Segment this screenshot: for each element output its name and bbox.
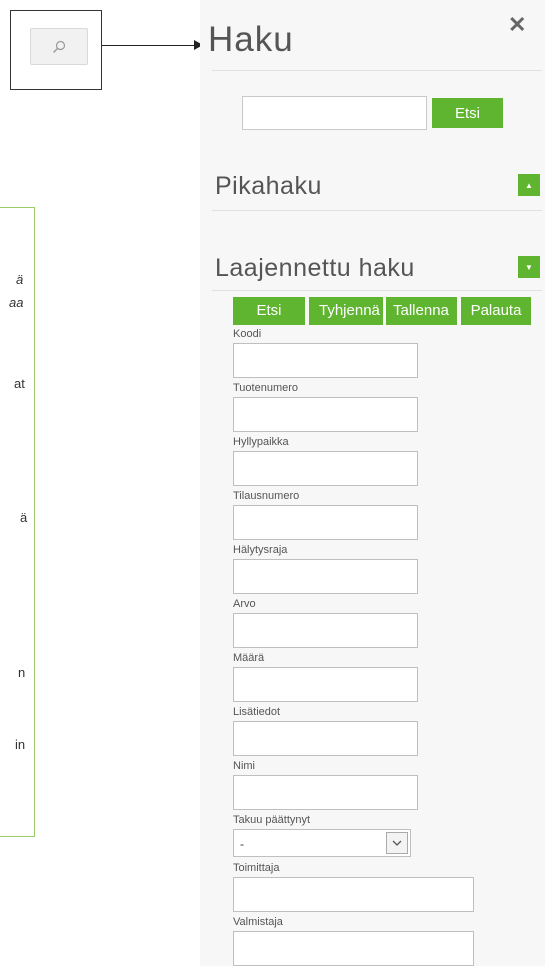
warranty-expired-select[interactable]: - xyxy=(233,829,411,857)
note-fragment: ä xyxy=(20,510,28,525)
supplier-label: Toimittaja xyxy=(233,862,280,874)
chevron-down-icon: ▼ xyxy=(525,262,533,272)
order-number-label: Tilausnumero xyxy=(233,490,300,502)
chevron-up-icon: ▲ xyxy=(525,180,533,190)
warranty-selected-value: - xyxy=(240,837,244,851)
note-fragment: n xyxy=(18,665,26,680)
restore-button[interactable]: Palauta xyxy=(461,297,531,325)
order-number-input[interactable] xyxy=(233,505,418,540)
quick-search-title[interactable]: Pikahaku xyxy=(215,172,322,201)
advanced-search-toggle[interactable]: ▼ xyxy=(518,256,540,278)
name-input[interactable] xyxy=(233,775,418,810)
name-label: Nimi xyxy=(233,760,255,772)
quick-search-toggle[interactable]: ▲ xyxy=(518,174,540,196)
advanced-search-title[interactable]: Laajennettu haku xyxy=(215,254,415,283)
title-divider xyxy=(212,70,542,71)
chevron-down-icon xyxy=(392,840,402,846)
quick-search-divider xyxy=(212,210,542,211)
note-fragment: in xyxy=(15,737,26,752)
shelf-location-input[interactable] xyxy=(233,451,418,486)
search-icon xyxy=(53,40,66,53)
product-number-input[interactable] xyxy=(233,397,418,432)
note-fragment: at xyxy=(14,376,25,391)
save-button[interactable]: Tallenna xyxy=(386,297,457,325)
value-label: Arvo xyxy=(233,598,256,610)
shelf-location-label: Hyllypaikka xyxy=(233,436,289,448)
manufacturer-input[interactable] xyxy=(233,931,474,966)
panel-title: Haku xyxy=(208,20,294,59)
warranty-expired-label: Takuu päättynyt xyxy=(233,814,311,826)
note-fragment: aa xyxy=(9,295,24,310)
clear-button[interactable]: Tyhjennä xyxy=(309,297,383,325)
manufacturer-label: Valmistaja xyxy=(233,916,283,928)
search-input[interactable] xyxy=(242,96,427,130)
advanced-search-divider xyxy=(212,290,542,291)
instruction-note-box: ä aa at ä n in xyxy=(0,207,35,837)
value-input[interactable] xyxy=(233,613,418,648)
code-label: Koodi xyxy=(233,328,262,340)
code-input[interactable] xyxy=(233,343,418,378)
supplier-input[interactable] xyxy=(233,877,474,912)
note-fragment: ä xyxy=(16,272,24,287)
additional-info-label: Lisätiedot xyxy=(233,706,281,718)
close-icon[interactable]: ✕ xyxy=(508,12,526,38)
search-button[interactable]: Etsi xyxy=(432,98,503,128)
select-dropdown-button[interactable] xyxy=(386,832,408,854)
search-toggle-button[interactable] xyxy=(30,28,88,65)
alert-limit-label: Hälytysraja xyxy=(233,544,288,556)
additional-info-input[interactable] xyxy=(233,721,418,756)
product-number-label: Tuotenumero xyxy=(233,382,299,394)
alert-limit-input[interactable] xyxy=(233,559,418,594)
search-action-button[interactable]: Etsi xyxy=(233,297,305,325)
quantity-input[interactable] xyxy=(233,667,418,702)
quantity-label: Määrä xyxy=(233,652,265,664)
callout-arrow-line xyxy=(102,45,198,46)
